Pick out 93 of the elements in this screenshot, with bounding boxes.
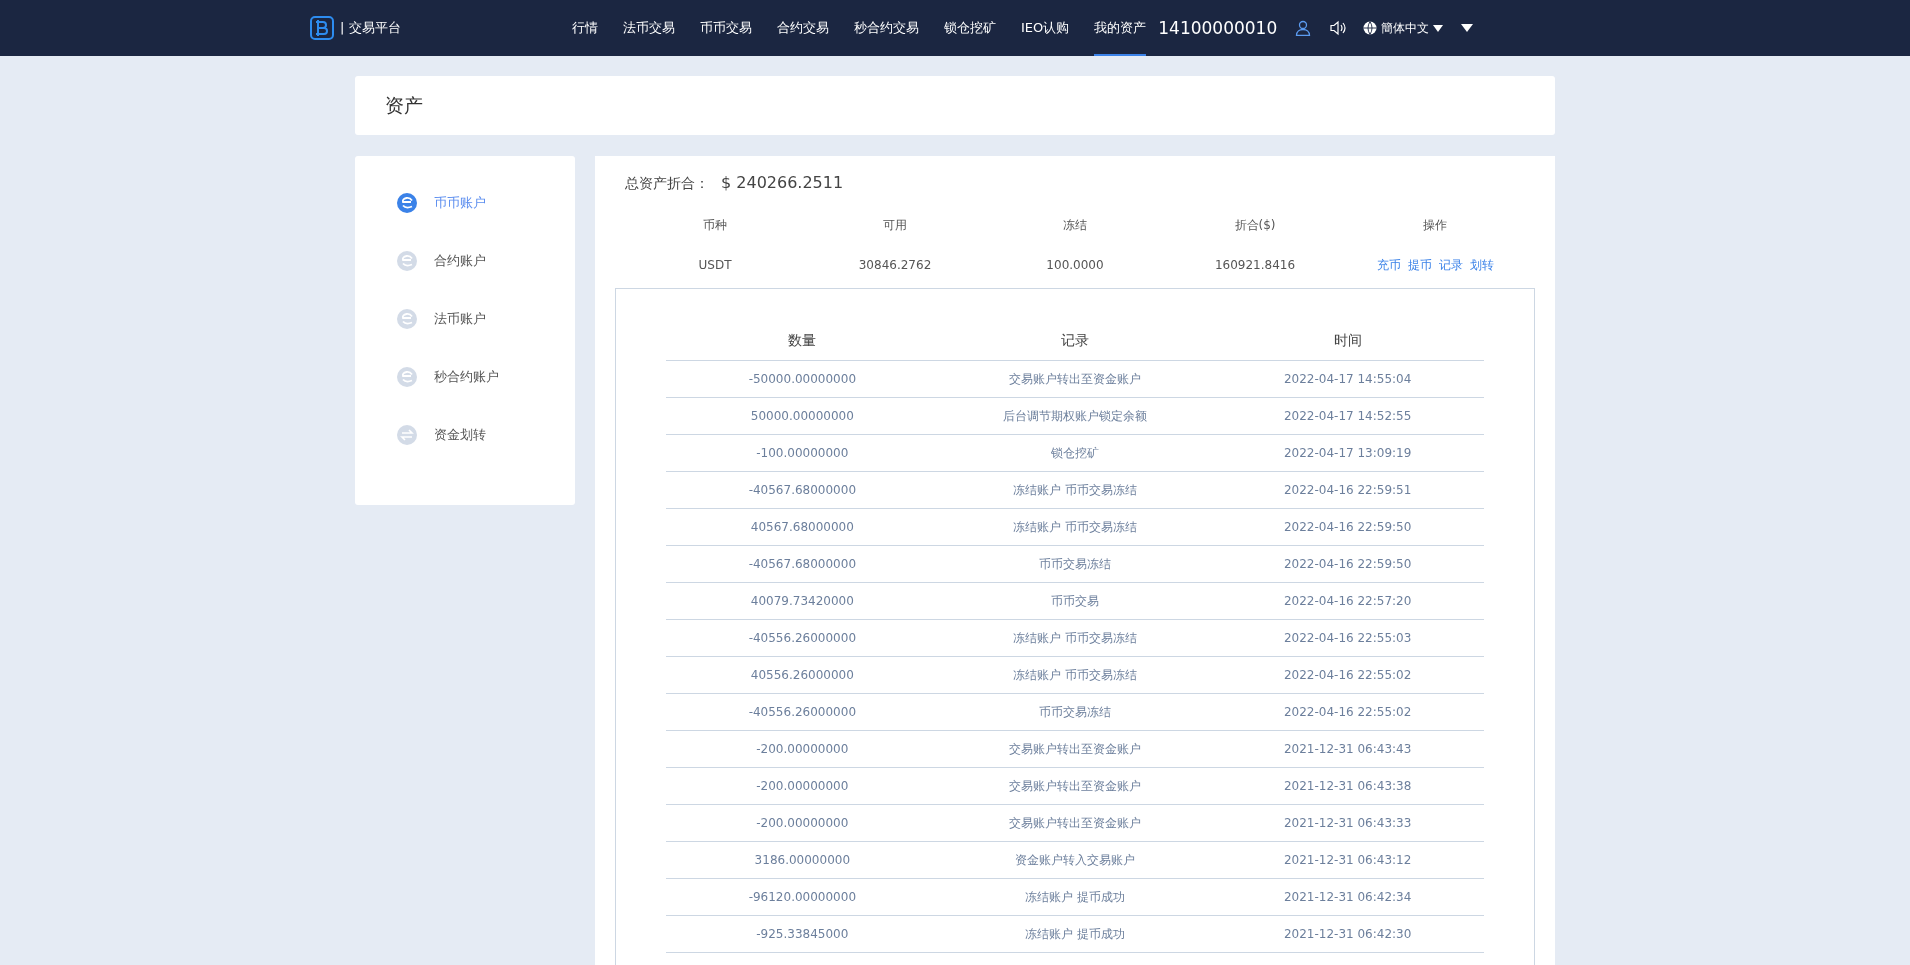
table-cell-text: -40567.68000000 [747,557,858,571]
column-header: 币种 [702,217,728,234]
table-cell-text: 交易账户转出至资金账户 [1008,370,1142,388]
nav-link[interactable]: 秒合约交易 [854,0,919,56]
nav-link[interactable]: IEO认购 [1021,0,1070,56]
table-cell-text: 冻结账户 币币交易冻结 [1012,481,1138,499]
nav-link[interactable]: 币币交易 [700,0,752,56]
sidebar-item[interactable]: 合约账户 [355,232,575,290]
table-cell-text: 2022-04-16 22:55:02 [1282,705,1413,719]
table-cell-text: 币币交易冻结 [1038,555,1112,573]
table-cell-text: 冻结账户 币币交易冻结 [1012,666,1138,684]
column-header: 时间 [1332,332,1363,350]
brand-name: | 交易平台 [340,19,401,37]
speaker-icon[interactable] [1329,20,1348,36]
sidebar-item[interactable]: 资金划转 [355,406,575,464]
column-header: 可用 [882,217,908,234]
table-cell-text: 2022-04-16 22:55:03 [1282,631,1413,645]
table-cell-text: 后台调节期权账户锁定余额 [1002,407,1148,425]
table-cell-text: 锁仓挖矿 [1050,444,1100,462]
table-cell-text: 币币交易冻结 [1038,703,1112,721]
coin-icon [397,251,417,271]
action-link[interactable]: 记录 [1438,245,1463,285]
table-cell-text: -100.00000000 [755,446,850,460]
table-cell-text: -96120.00000000 [747,890,858,904]
table-cell-text: 2022-04-16 22:59:50 [1282,520,1413,534]
action-link[interactable]: 提币 [1407,245,1432,285]
table-cell-text: 冻结账户 币币交易冻结 [1012,629,1138,647]
table-cell-text: 2022-04-17 14:55:04 [1282,372,1413,386]
coin-icon [397,367,417,387]
table-cell-text: 2022-04-16 22:59:50 [1282,557,1413,571]
caret-icon[interactable] [1461,24,1474,32]
table-cell-text: 2022-04-17 13:09:19 [1282,446,1413,460]
table-cell-text: -40567.68000000 [747,483,858,497]
table-cell-text: -925.33845000 [755,927,850,941]
coin-icon [397,193,417,213]
action-link[interactable]: 划转 [1469,245,1494,285]
table-cell-text: 50000.00000000 [749,409,855,423]
nav-link[interactable]: 锁仓挖矿 [944,0,996,56]
table-cell-text: 2021-12-31 06:43:33 [1282,816,1413,830]
table-cell-text: 2021-12-31 06:43:38 [1282,779,1413,793]
table-cell-text: 交易账户转出至资金账户 [1008,777,1142,795]
table-cell-text: 2021-12-31 06:43:43 [1282,742,1413,756]
table-cell-text: 100.0000 [1045,257,1105,274]
table-cell-text: 40567.68000000 [749,520,855,534]
table-cell-text: 冻结账户 提币成功 [1024,888,1126,906]
column-header: 折合($) [1233,217,1277,234]
sidebar-item[interactable]: 法币账户 [355,290,575,348]
table-cell-text: 3186.00000000 [753,853,852,867]
table-cell-text: 交易账户转出至资金账户 [1008,740,1142,758]
table-cell-text: 2021-12-31 06:42:30 [1282,927,1413,941]
column-header: 操作 [1422,217,1448,234]
nav-link[interactable]: 我的资产 [1094,0,1147,56]
table-cell-text: 资金账户转入交易账户 [1014,851,1136,869]
sidebar-item[interactable]: 秒合约账户 [355,348,575,406]
table-cell-text: 冻结账户 提币成功 [1024,925,1126,943]
table-cell-text: 30846.2762 [857,257,933,274]
table-cell-text: -40556.26000000 [747,631,858,645]
table-cell-text: 币币交易 [1050,592,1100,610]
transfer-icon [397,425,417,445]
column-header: 数量 [787,332,818,350]
user-icon[interactable] [1295,20,1312,36]
total-assets-value: $ 240266.2511 [721,173,844,192]
total-assets-label: 总资产折合： [625,175,709,193]
nav-link[interactable]: 合约交易 [777,0,829,56]
table-cell-text: -200.00000000 [755,779,850,793]
table-cell-text: -50000.00000000 [747,372,858,386]
column-header: 记录 [1060,332,1090,350]
coin-icon [397,309,417,329]
table-cell-text: 2022-04-16 22:59:51 [1282,483,1413,497]
table-cell-text: -40556.26000000 [747,705,858,719]
language-selector[interactable]: 簡体中文 [1363,19,1444,37]
table-cell-text: 2021-12-31 06:43:12 [1282,853,1413,867]
action-link[interactable]: 充币 [1376,245,1401,285]
table-cell-text: 2022-04-16 22:55:02 [1282,668,1413,682]
column-header: 冻结 [1062,217,1088,234]
nav-link[interactable]: 法币交易 [623,0,675,56]
globe-icon [1363,21,1378,35]
table-cell-text: 160921.8416 [1213,257,1297,274]
table-cell-text: 2022-04-17 14:52:55 [1282,409,1413,423]
table-cell-text: USDT [697,257,733,274]
table-cell-text: 2022-04-16 22:57:20 [1282,594,1413,608]
account-number[interactable]: 14100000010 [1158,18,1278,38]
caret-icon [1433,24,1444,32]
table-cell-text: 40556.26000000 [749,668,855,682]
table-cell-text: -200.00000000 [755,742,850,756]
table-cell-text: -200.00000000 [755,816,850,830]
page-title: 资产 [385,92,423,118]
logo-icon [310,16,334,40]
nav-link[interactable]: 行情 [572,0,598,56]
table-cell-text: 交易账户转出至资金账户 [1008,814,1142,832]
table-cell-text: 40079.73420000 [749,594,855,608]
table-cell-text: 冻结账户 币币交易冻结 [1012,518,1138,536]
table-cell-text: 2021-12-31 06:42:34 [1282,890,1413,904]
